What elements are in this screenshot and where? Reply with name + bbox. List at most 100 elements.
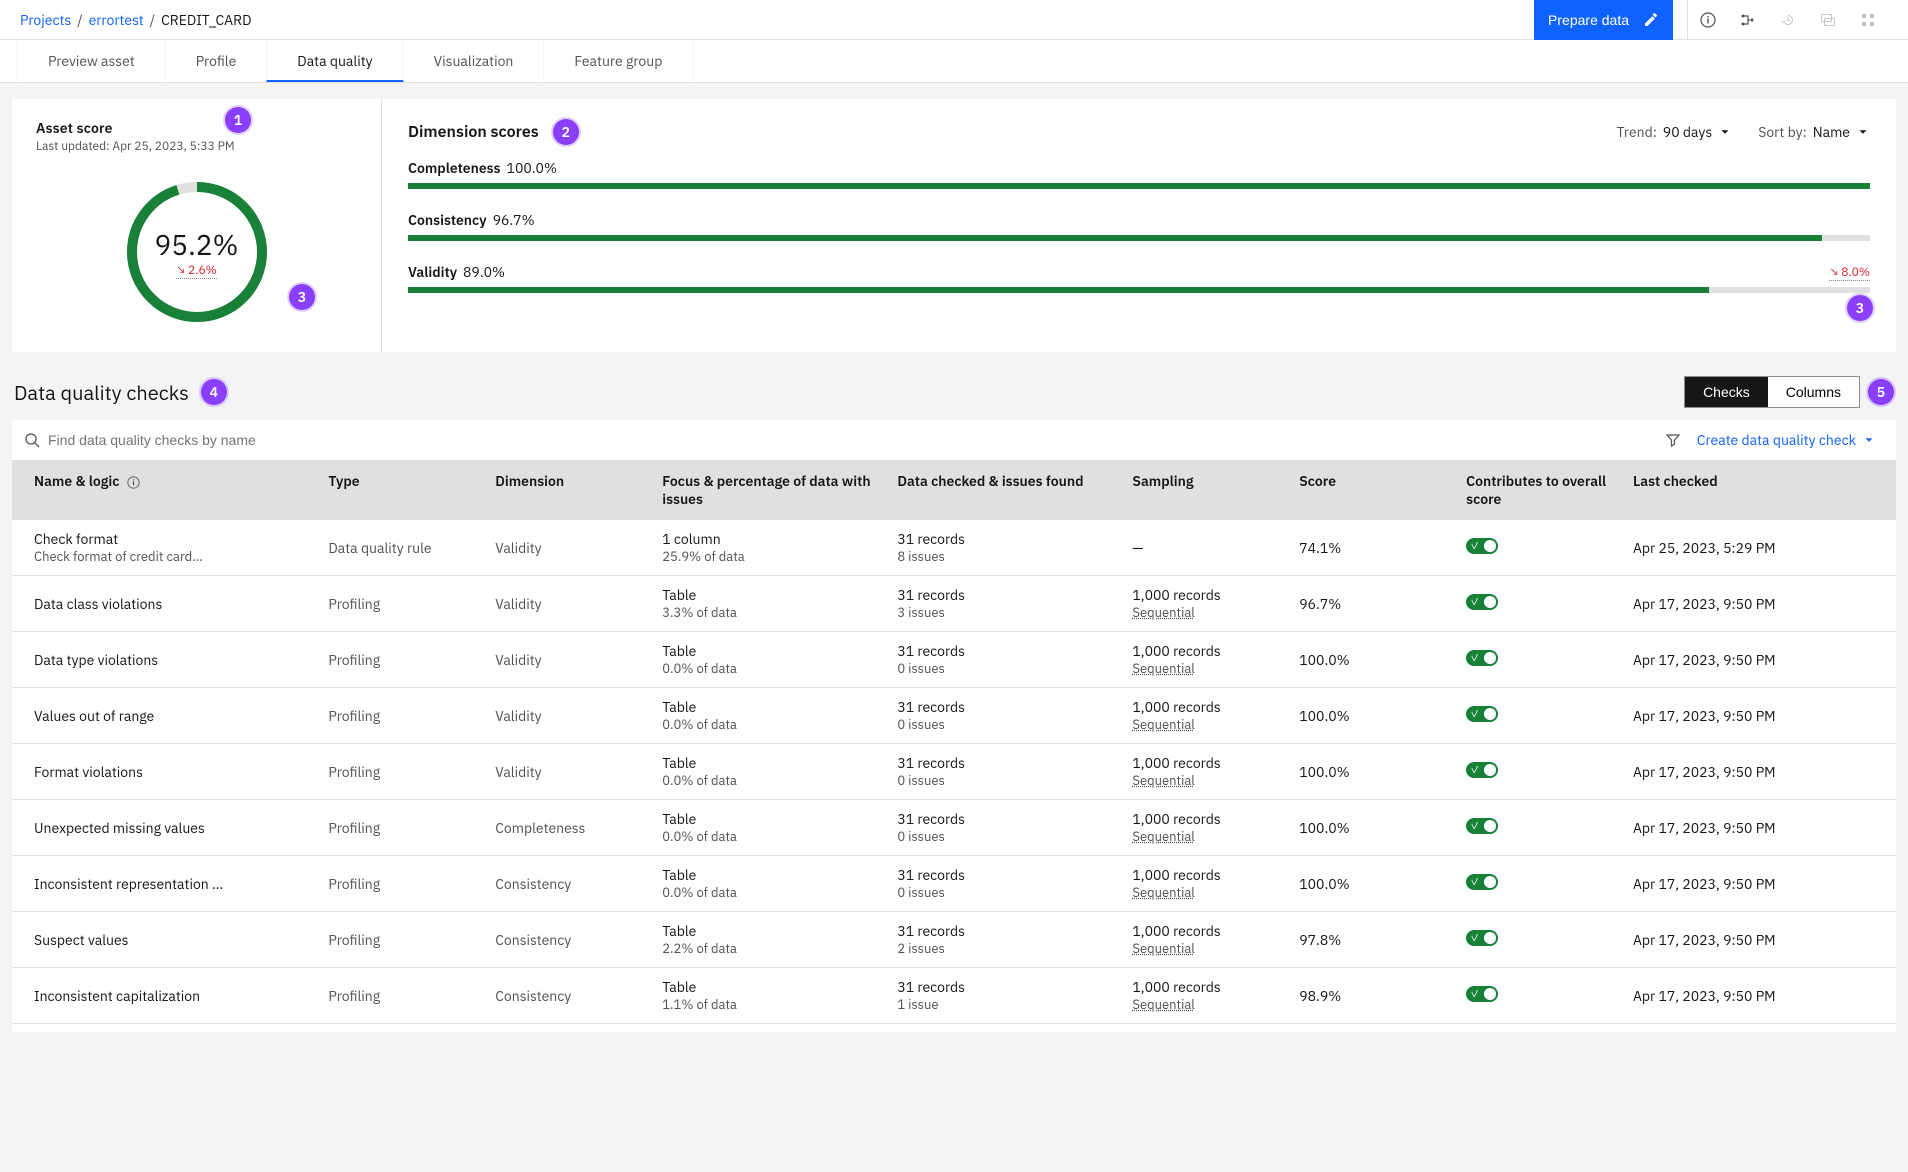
check-name: Suspect values <box>34 931 308 949</box>
focus-line2: 25.9% of data <box>662 548 877 565</box>
info-icon[interactable] <box>1688 0 1728 40</box>
check-name: Inconsistent representation … <box>34 875 308 893</box>
table-row[interactable]: Inconsistent representation …ProfilingCo… <box>12 856 1896 912</box>
create-check-link[interactable]: Create data quality check <box>1689 431 1884 449</box>
data-line1: 31 records <box>897 978 1112 996</box>
contribute-toggle[interactable] <box>1466 650 1498 666</box>
sort-dropdown[interactable]: Sort by: Name <box>1758 123 1870 141</box>
contribute-toggle[interactable] <box>1466 762 1498 778</box>
tab-profile[interactable]: Profile <box>165 40 268 82</box>
tab-visualization[interactable]: Visualization <box>403 40 545 82</box>
prepare-data-button[interactable]: Prepare data <box>1534 0 1673 40</box>
data-line2: 0 issues <box>897 660 1112 677</box>
data-line1: 31 records <box>897 810 1112 828</box>
dimension-delta: ↘8.0% <box>1829 265 1870 281</box>
check-last: Apr 17, 2023, 9:50 PM <box>1623 800 1896 856</box>
sampling-records: 1,000 records <box>1132 642 1279 660</box>
tab-data-quality[interactable]: Data quality <box>266 40 403 82</box>
chevron-down-icon <box>1718 125 1732 139</box>
check-score: 74.1% <box>1289 520 1456 576</box>
col-last[interactable]: Last checked <box>1623 460 1896 520</box>
check-dimension: Completeness <box>485 800 652 856</box>
asset-score-donut: 95.2% ↘ 2.6% 3 <box>36 172 357 332</box>
data-line1: 31 records <box>897 866 1112 884</box>
col-name[interactable]: Name & logic <box>12 460 318 520</box>
contribute-toggle[interactable] <box>1466 706 1498 722</box>
check-last: Apr 25, 2023, 5:29 PM <box>1623 520 1896 576</box>
contribute-toggle[interactable] <box>1466 986 1498 1002</box>
sampling-mode: Sequential <box>1132 940 1279 957</box>
table-row[interactable]: Values out of rangeProfilingValidityTabl… <box>12 688 1896 744</box>
sampling-records: 1,000 records <box>1132 586 1279 604</box>
col-focus[interactable]: Focus & percentage of data with issues <box>652 460 887 520</box>
check-dimension: Validity <box>485 744 652 800</box>
sampling-mode: Sequential <box>1132 716 1279 733</box>
focus-line1: Table <box>662 754 877 772</box>
col-sampling[interactable]: Sampling <box>1122 460 1289 520</box>
search-icon <box>24 432 40 448</box>
checks-data-table: Name & logic Type Dimension Focus & perc… <box>12 460 1896 1024</box>
contribute-toggle[interactable] <box>1466 538 1498 554</box>
table-row[interactable]: Inconsistent capitalizationProfilingCons… <box>12 968 1896 1024</box>
data-line2: 0 issues <box>897 828 1112 845</box>
table-row[interactable]: Check formatCheck format of credit card … <box>12 520 1896 576</box>
col-data[interactable]: Data checked & issues found <box>887 460 1122 520</box>
check-type: Profiling <box>318 744 485 800</box>
focus-line1: Table <box>662 866 877 884</box>
sampling-records: 1,000 records <box>1132 810 1279 828</box>
comments-icon <box>1808 0 1848 40</box>
breadcrumb-projects[interactable]: Projects <box>20 11 71 29</box>
check-dimension: Consistency <box>485 856 652 912</box>
filter-icon[interactable] <box>1665 432 1681 448</box>
table-row[interactable]: Data class violationsProfilingValidityTa… <box>12 576 1896 632</box>
contribute-toggle[interactable] <box>1466 930 1498 946</box>
col-type[interactable]: Type <box>318 460 485 520</box>
contribute-toggle[interactable] <box>1466 874 1498 890</box>
data-line2: 3 issues <box>897 604 1112 621</box>
col-score[interactable]: Score <box>1289 460 1456 520</box>
dimension-name: Consistency <box>408 211 487 229</box>
check-score: 100.0% <box>1289 688 1456 744</box>
contribute-toggle[interactable] <box>1466 594 1498 610</box>
tab-feature-group[interactable]: Feature group <box>543 40 693 82</box>
check-last: Apr 17, 2023, 9:50 PM <box>1623 968 1896 1024</box>
data-line2: 0 issues <box>897 772 1112 789</box>
check-type: Profiling <box>318 576 485 632</box>
view-checks-button[interactable]: Checks <box>1685 377 1768 407</box>
table-row[interactable]: Suspect valuesProfilingConsistencyTable2… <box>12 912 1896 968</box>
checks-search-row: Create data quality check <box>12 420 1896 460</box>
dimension-name: Validity <box>408 263 457 281</box>
view-columns-button[interactable]: Columns <box>1768 377 1859 407</box>
lineage-icon[interactable] <box>1728 0 1768 40</box>
dimension-row: Completeness100.0% <box>408 159 1870 189</box>
search-input[interactable] <box>48 426 1657 454</box>
tab-preview-asset[interactable]: Preview asset <box>17 40 166 82</box>
more-icon <box>1848 0 1888 40</box>
trend-down-icon: ↘ <box>176 263 186 278</box>
focus-line1: Table <box>662 810 877 828</box>
check-score: 96.7% <box>1289 576 1456 632</box>
check-score: 100.0% <box>1289 856 1456 912</box>
sampling-mode: Sequential <box>1132 604 1279 621</box>
contribute-toggle[interactable] <box>1466 818 1498 834</box>
col-dimension[interactable]: Dimension <box>485 460 652 520</box>
callout-3: 3 <box>289 284 315 310</box>
asset-score-delta: ↘ 2.6% <box>176 263 217 279</box>
check-score: 97.8% <box>1289 912 1456 968</box>
table-row[interactable]: Unexpected missing valuesProfilingComple… <box>12 800 1896 856</box>
col-contrib[interactable]: Contributes to overall score <box>1456 460 1623 520</box>
table-row[interactable]: Format violationsProfilingValidityTable0… <box>12 744 1896 800</box>
breadcrumb-asset: CREDIT_CARD <box>161 11 251 29</box>
breadcrumb-project[interactable]: errortest <box>89 11 144 29</box>
trend-down-icon: ↘ <box>1829 265 1839 280</box>
checks-table: Create data quality check Name & logic T… <box>12 420 1896 1032</box>
focus-line1: 1 column <box>662 530 877 548</box>
table-row[interactable]: Data type violationsProfilingValidityTab… <box>12 632 1896 688</box>
data-line2: 0 issues <box>897 884 1112 901</box>
sampling-mode: Sequential <box>1132 772 1279 789</box>
data-line2: 0 issues <box>897 716 1112 733</box>
dimension-name: Completeness <box>408 159 501 177</box>
sampling: — <box>1132 539 1279 557</box>
checks-header: Data quality checks 4 Checks Columns 5 <box>0 368 1908 420</box>
trend-dropdown[interactable]: Trend: 90 days <box>1617 123 1733 141</box>
